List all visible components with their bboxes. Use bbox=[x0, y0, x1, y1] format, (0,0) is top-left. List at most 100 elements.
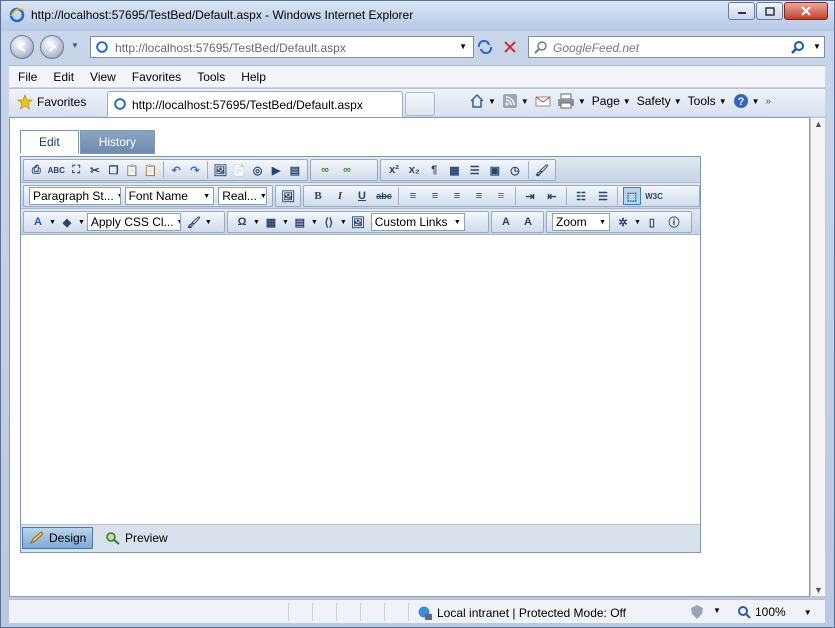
home-button[interactable]: ▼ bbox=[469, 93, 496, 109]
security-zone[interactable]: Local intranet | Protected Mode: Off bbox=[417, 605, 626, 621]
help-dropdown-icon[interactable]: ▼ bbox=[752, 97, 760, 106]
paste-icon[interactable]: 📋 bbox=[125, 161, 140, 179]
forward-button[interactable] bbox=[40, 35, 64, 59]
print-icon[interactable]: ⎙ bbox=[29, 161, 44, 179]
menu-view[interactable]: View bbox=[81, 70, 123, 84]
cut-icon[interactable]: ✂ bbox=[88, 161, 103, 179]
menu-help[interactable]: Help bbox=[232, 70, 273, 84]
menu-tools[interactable]: Tools bbox=[188, 70, 232, 84]
snippet-icon[interactable]: ⟨⟩ bbox=[320, 213, 338, 231]
paragraph-icon[interactable]: ¶ bbox=[426, 161, 442, 179]
address-bar[interactable]: http://localhost:57695/TestBed/Default.a… bbox=[90, 36, 474, 58]
unlink-icon[interactable]: ∞ bbox=[338, 161, 356, 179]
tools-menu[interactable]: Tools ▼ bbox=[688, 94, 727, 108]
image-manager-icon[interactable]: 🖼 bbox=[213, 161, 228, 179]
justify-icon[interactable]: ≡ bbox=[470, 187, 488, 205]
tab-history[interactable]: History bbox=[79, 130, 156, 154]
custom-links-dropdown[interactable]: Custom Links ▼ bbox=[370, 213, 465, 231]
back-button[interactable] bbox=[10, 35, 34, 59]
editor-content-area[interactable] bbox=[21, 237, 700, 524]
popup-dropdown-icon[interactable]: ▼ bbox=[713, 606, 721, 615]
search-icon[interactable] bbox=[791, 40, 805, 54]
table-wizard-icon[interactable]: ▤ bbox=[291, 213, 309, 231]
indent-icon[interactable]: ⇥ bbox=[521, 187, 539, 205]
hyperlink-icon[interactable]: ∞ bbox=[316, 161, 334, 179]
module-manager-dropdown-icon[interactable]: ▼ bbox=[634, 219, 641, 226]
feeds-dropdown-icon[interactable]: ▼ bbox=[521, 97, 529, 106]
refresh-icon[interactable] bbox=[477, 40, 493, 54]
symbol-dropdown-icon[interactable]: ▼ bbox=[253, 219, 260, 226]
address-url[interactable]: http://localhost:57695/TestBed/Default.a… bbox=[115, 41, 346, 55]
about-info-icon[interactable]: ⓘ bbox=[665, 213, 683, 231]
print-dropdown-icon[interactable]: ▼ bbox=[578, 97, 586, 106]
numbered-list-icon[interactable]: ☷ bbox=[572, 187, 590, 205]
zoom-dropdown-icon[interactable]: ▼ bbox=[804, 608, 812, 617]
font-size-dropdown[interactable]: Real... ▼ bbox=[218, 187, 267, 205]
back-color-icon[interactable]: ◆ bbox=[58, 213, 76, 231]
symbol-icon[interactable]: Ω bbox=[233, 213, 251, 231]
toggle-borders-icon[interactable]: ⬚ bbox=[623, 187, 641, 205]
redo-icon[interactable]: ↷ bbox=[188, 161, 203, 179]
zoom-control[interactable]: 100% ▼ bbox=[737, 605, 812, 619]
css-class-dropdown[interactable]: Apply CSS Cl...▼ bbox=[86, 213, 181, 231]
print-button[interactable]: ▼ bbox=[557, 93, 586, 109]
snippet-dropdown-icon[interactable]: ▼ bbox=[340, 219, 347, 226]
copy-icon[interactable]: ❐ bbox=[106, 161, 121, 179]
new-tab-button[interactable] bbox=[405, 92, 435, 116]
template-manager-icon[interactable]: ▤ bbox=[287, 161, 302, 179]
browser-tab-active[interactable]: http://localhost:57695/TestBed/Default.a… bbox=[107, 91, 403, 117]
outdent-icon[interactable]: ⇤ bbox=[543, 187, 561, 205]
insert-table-icon[interactable]: ▦ bbox=[262, 213, 280, 231]
tag-inspector-icon[interactable]: ▯ bbox=[643, 213, 661, 231]
fore-color-dropdown-icon[interactable]: ▼ bbox=[49, 219, 56, 226]
undo-icon[interactable]: ↶ bbox=[169, 161, 184, 179]
menu-edit[interactable]: Edit bbox=[44, 70, 81, 84]
stop-icon[interactable] bbox=[503, 40, 517, 54]
feeds-button[interactable]: ▼ bbox=[502, 93, 529, 109]
address-dropdown-icon[interactable]: ▼ bbox=[459, 42, 467, 51]
fullscreen-icon[interactable]: ⛶ bbox=[69, 161, 84, 179]
remove-alignment-icon[interactable]: ≡ bbox=[492, 187, 510, 205]
maximize-button[interactable] bbox=[756, 2, 783, 20]
menu-file[interactable]: File bbox=[9, 70, 44, 84]
history-dropdown-icon[interactable]: ▼ bbox=[71, 41, 79, 50]
form-element-icon[interactable]: 🖼 bbox=[349, 213, 367, 231]
superscript-icon[interactable]: x² bbox=[386, 161, 402, 179]
table-wizard-dropdown-icon[interactable]: ▼ bbox=[311, 219, 318, 226]
popup-blocker-icon[interactable] bbox=[689, 604, 705, 623]
insert-time-icon[interactable]: ◷ bbox=[507, 161, 523, 179]
media-manager-icon[interactable]: ▶ bbox=[269, 161, 284, 179]
scroll-down-icon[interactable]: ▼ bbox=[814, 585, 823, 595]
zoom-dropdown[interactable]: Zoom ▼ bbox=[552, 213, 610, 231]
chevron-more-icon[interactable]: » bbox=[766, 96, 772, 107]
design-mode-button[interactable]: Design bbox=[22, 527, 94, 549]
horizontal-rule-icon[interactable]: ☰ bbox=[467, 161, 483, 179]
underline-icon[interactable]: U bbox=[353, 187, 371, 205]
image-map-icon[interactable]: 🖼 bbox=[281, 187, 295, 205]
vertical-scrollbar[interactable]: ▲ ▼ bbox=[810, 117, 826, 597]
close-window-button[interactable] bbox=[784, 2, 828, 20]
align-center-icon[interactable]: ≡ bbox=[426, 187, 444, 205]
italic-icon[interactable]: I bbox=[331, 187, 349, 205]
tab-edit[interactable]: Edit bbox=[20, 130, 79, 154]
preview-mode-button[interactable]: Preview bbox=[99, 527, 174, 549]
help-button[interactable]: ? ▼ bbox=[733, 93, 760, 109]
fore-color-icon[interactable]: A bbox=[29, 213, 47, 231]
insert-symbol-icon[interactable]: ▣ bbox=[487, 161, 503, 179]
subscript-icon[interactable]: x₂ bbox=[406, 161, 422, 179]
format-painter-dropdown-icon[interactable]: ▼ bbox=[205, 219, 212, 226]
menu-favorites[interactable]: Favorites bbox=[123, 70, 188, 84]
search-placeholder[interactable]: GoogleFeed.net bbox=[553, 41, 639, 55]
minimize-button[interactable] bbox=[728, 2, 755, 20]
font-name-dropdown[interactable]: Font Name ▼ bbox=[124, 187, 215, 205]
align-right-icon[interactable]: ≡ bbox=[448, 187, 466, 205]
back-color-dropdown-icon[interactable]: ▼ bbox=[78, 219, 85, 226]
strikethrough-icon[interactable]: abc bbox=[375, 187, 393, 205]
format-stripper-icon[interactable]: 🖌 bbox=[534, 161, 550, 179]
insert-table-dropdown-icon[interactable]: ▼ bbox=[282, 219, 289, 226]
search-options-icon[interactable]: ▼ bbox=[813, 42, 821, 51]
home-dropdown-icon[interactable]: ▼ bbox=[488, 97, 496, 106]
read-mail-button[interactable] bbox=[535, 94, 551, 108]
favorites-button[interactable]: Favorites bbox=[17, 94, 86, 110]
document-manager-icon[interactable]: 📄 bbox=[232, 161, 247, 179]
